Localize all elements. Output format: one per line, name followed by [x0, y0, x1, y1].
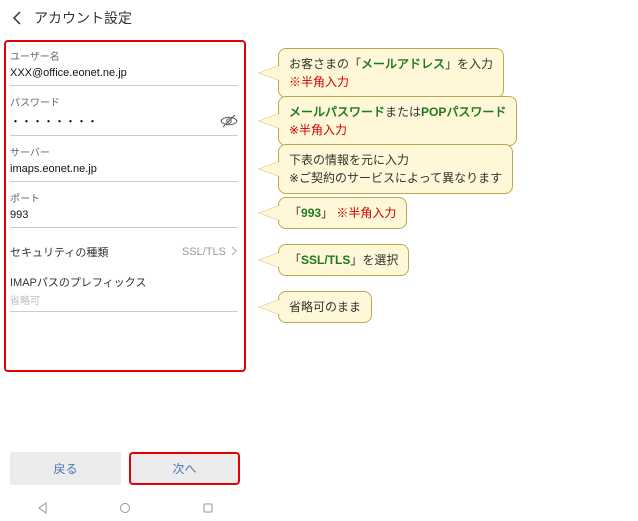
callout-prefix: 省略可のまま [278, 291, 372, 323]
c2-t3: POPパスワード [421, 105, 506, 119]
password-visibility-icon[interactable] [220, 114, 238, 128]
button-bar: 戻る 次へ [10, 452, 240, 485]
c4-t2: 993 [301, 206, 321, 220]
password-value: ・・・・・・・・ [10, 113, 98, 129]
c2-t2: または [385, 105, 421, 119]
c4-t1: 「 [289, 206, 301, 220]
c5-t2: SSL/TLS [301, 253, 350, 267]
c6-t1: 省略可のまま [289, 300, 361, 314]
android-navbar [0, 501, 250, 515]
security-type-row[interactable]: セキュリティの種類 SSL/TLS [10, 236, 238, 268]
password-input[interactable]: ・・・・・・・・ [10, 113, 238, 136]
back-button-label: 戻る [53, 462, 77, 476]
callout-server: 下表の情報を元に入力 ※ご契約のサービスによって異なります [278, 144, 513, 194]
field-username: ユーザー名 XXX@office.eonet.ne.jp [10, 48, 238, 86]
chevron-right-icon [230, 246, 238, 259]
next-button[interactable]: 次へ [129, 452, 240, 485]
field-port: ポート 993 [10, 190, 238, 228]
phone-panel: アカウント設定 ユーザー名 XXX@office.eonet.ne.jp パスワ… [0, 0, 250, 521]
c4-t4: ※半角入力 [336, 206, 396, 220]
c1-t3: 」を入力 [445, 57, 493, 71]
callout-port: 「993」 ※半角入力 [278, 197, 407, 229]
username-input[interactable]: XXX@office.eonet.ne.jp [10, 67, 238, 86]
username-label: ユーザー名 [10, 48, 238, 63]
port-value: 993 [10, 209, 28, 221]
server-input[interactable]: imaps.eonet.ne.jp [10, 163, 238, 182]
callout-tail-icon [259, 299, 281, 315]
nav-recent-icon[interactable] [201, 501, 215, 515]
security-label: セキュリティの種類 [10, 244, 108, 260]
field-password: パスワード ・・・・・・・・ [10, 94, 238, 136]
account-form: ユーザー名 XXX@office.eonet.ne.jp パスワード ・・・・・… [10, 48, 238, 312]
server-value: imaps.eonet.ne.jp [10, 163, 97, 175]
c1-t4: ※半角入力 [289, 75, 349, 89]
c1-t1: お客さまの「 [289, 57, 361, 71]
callout-email: お客さまの「メールアドレス」を入力 ※半角入力 [278, 48, 504, 98]
titlebar: アカウント設定 [0, 0, 250, 36]
next-button-highlight: 次へ [129, 452, 240, 485]
port-label: ポート [10, 190, 238, 205]
back-arrow-icon[interactable] [10, 10, 26, 26]
callout-tail-icon [259, 252, 281, 268]
port-input[interactable]: 993 [10, 209, 238, 228]
imap-prefix-label: IMAPパスのプレフィックス [10, 268, 238, 292]
password-label: パスワード [10, 94, 238, 109]
nav-home-icon[interactable] [118, 501, 132, 515]
c5-t3: 」を選択 [350, 253, 398, 267]
username-value: XXX@office.eonet.ne.jp [10, 67, 127, 79]
c4-t3: 」 [321, 206, 336, 220]
security-value-wrap: SSL/TLS [182, 246, 238, 259]
c5-t1: 「 [289, 253, 301, 267]
callout-tail-icon [259, 113, 281, 129]
callout-tail-icon [259, 161, 281, 177]
callout-tail-icon [259, 65, 281, 81]
next-button-label: 次へ [172, 462, 196, 476]
c3-t2: ※ご契約のサービスによって異なります [289, 171, 502, 185]
back-button[interactable]: 戻る [10, 452, 121, 485]
page-title: アカウント設定 [34, 8, 132, 28]
c2-t1: メールパスワード [289, 105, 385, 119]
imap-prefix-input[interactable]: 省略可 [10, 292, 238, 312]
c1-t2: メールアドレス [361, 57, 445, 71]
security-value: SSL/TLS [182, 246, 226, 258]
server-label: サーバー [10, 144, 238, 159]
field-server: サーバー imaps.eonet.ne.jp [10, 144, 238, 182]
callout-password: メールパスワードまたはPOPパスワード ※半角入力 [278, 96, 517, 146]
callout-security: 「SSL/TLS」を選択 [278, 244, 409, 276]
nav-back-icon[interactable] [35, 501, 49, 515]
callout-tail-icon [259, 205, 281, 221]
imap-prefix-placeholder: 省略可 [10, 296, 40, 307]
c2-t4: ※半角入力 [289, 123, 347, 137]
c3-t1: 下表の情報を元に入力 [289, 153, 409, 167]
